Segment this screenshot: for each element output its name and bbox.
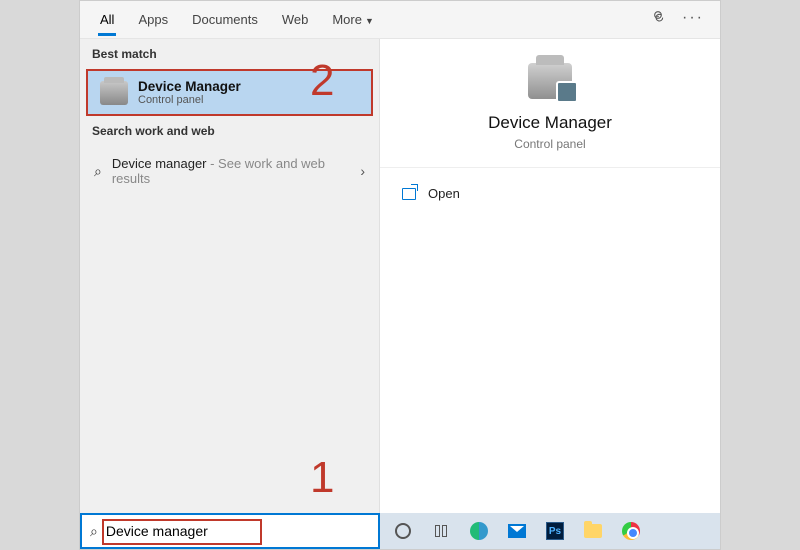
results-list: Best match Device Manager Control panel … [80, 39, 380, 513]
chevron-right-icon[interactable]: › [360, 163, 365, 179]
search-icon: ⌕ [82, 523, 106, 540]
cortana-button[interactable] [386, 517, 420, 545]
open-action[interactable]: Open [380, 176, 720, 211]
result-detail-pane: Device Manager Control panel Open [380, 39, 720, 513]
open-label: Open [428, 186, 460, 201]
taskbar: Ps [380, 513, 720, 549]
edge-button[interactable] [462, 517, 496, 545]
photoshop-button[interactable]: Ps [538, 517, 572, 545]
detail-title: Device Manager [488, 113, 612, 133]
search-filter-tabs: All Apps Documents Web More▼ ··· [80, 1, 720, 39]
web-result-query: Device manager [112, 156, 207, 171]
feedback-icon[interactable] [652, 9, 668, 30]
search-input[interactable] [106, 515, 378, 547]
chrome-icon [622, 522, 640, 540]
folder-icon [584, 524, 602, 538]
start-search-window: All Apps Documents Web More▼ ··· Best ma… [79, 0, 721, 550]
chrome-button[interactable] [614, 517, 648, 545]
chevron-down-icon: ▼ [365, 16, 374, 26]
mail-icon [508, 524, 526, 538]
task-view-button[interactable] [424, 517, 458, 545]
best-match-subtitle: Control panel [138, 94, 241, 106]
web-result-item[interactable]: ⌕ Device manager - See work and web resu… [80, 146, 379, 196]
mail-button[interactable] [500, 517, 534, 545]
device-manager-icon [100, 81, 128, 105]
search-icon: ⌕ [94, 163, 102, 180]
tab-documents[interactable]: Documents [180, 4, 270, 35]
photoshop-icon: Ps [546, 522, 564, 540]
cortana-icon [395, 523, 411, 539]
best-match-title: Device Manager [138, 79, 241, 94]
search-work-web-header: Search work and web [80, 116, 379, 146]
tab-apps[interactable]: Apps [126, 4, 180, 35]
task-view-icon [435, 525, 447, 537]
device-manager-large-icon [528, 63, 572, 99]
open-icon [402, 188, 416, 200]
tab-all[interactable]: All [88, 4, 126, 35]
tab-more[interactable]: More▼ [320, 4, 386, 35]
more-options-icon[interactable]: ··· [682, 9, 704, 30]
detail-subtitle: Control panel [514, 137, 585, 151]
file-explorer-button[interactable] [576, 517, 610, 545]
tab-web[interactable]: Web [270, 4, 321, 35]
edge-icon [470, 522, 488, 540]
annotation-2: 2 [310, 56, 334, 106]
annotation-1: 1 [310, 453, 334, 503]
search-bar[interactable]: ⌕ [80, 513, 380, 549]
